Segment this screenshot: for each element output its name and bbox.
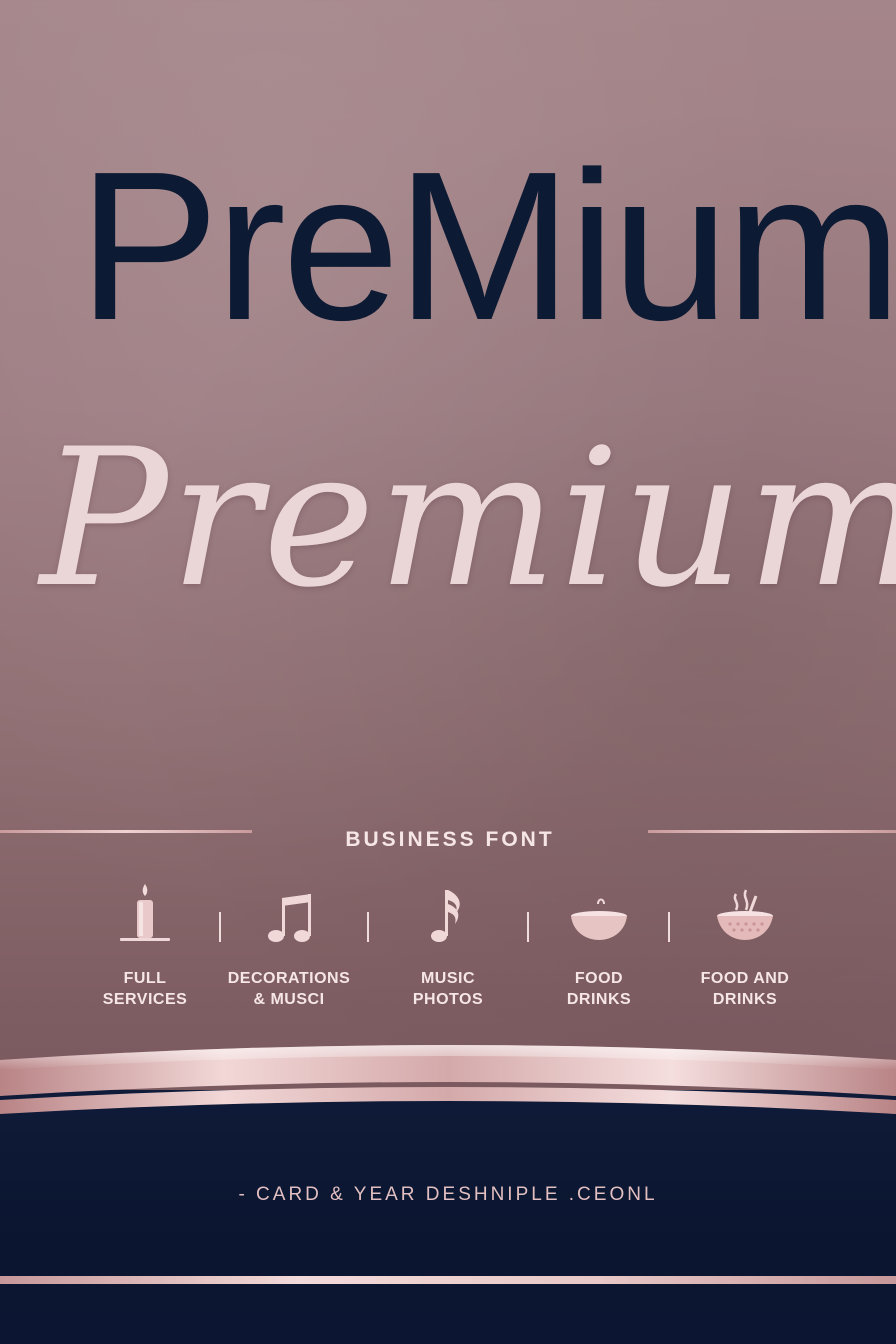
- divider-right: [648, 830, 896, 833]
- service-label: MUSIC PHOTOS: [412, 970, 484, 1008]
- service-food-drinks: FOOD DRINKS: [524, 880, 674, 1010]
- service-full-services: FULL SERVICES: [70, 880, 220, 1010]
- headline-sans: PreMium: [78, 127, 896, 364]
- footer-text: - CARD & YEAR DESHNIPLE .CEONL: [238, 1184, 658, 1205]
- basket-icon: [717, 889, 773, 940]
- service-music-photos: MUSIC PHOTOS: [373, 880, 523, 1010]
- service-label: FOOD DRINKS: [566, 970, 632, 1008]
- service-label: FULL SERVICES: [102, 970, 188, 1008]
- service-label: FOOD AND DRINKS: [700, 970, 790, 1008]
- service-decorations: DECORATIONS & MUSCI: [214, 880, 364, 1010]
- candle-icon: [120, 884, 170, 941]
- music-notes-icon: [268, 894, 311, 942]
- music-note-icon: [431, 890, 460, 942]
- separator: [367, 912, 369, 942]
- service-label: DECORATIONS & MUSCI: [227, 970, 351, 1008]
- footer-divider: [0, 1276, 896, 1284]
- footer-panel: [0, 1090, 896, 1344]
- bowl-icon: [571, 898, 627, 940]
- divider-left: [0, 830, 252, 833]
- ribbon-banner: [0, 1045, 896, 1114]
- service-food-and-drinks: FOOD AND DRINKS: [670, 880, 820, 1010]
- headline-script: Premium: [40, 408, 896, 629]
- subtitle: BUSINESS FONT: [345, 828, 555, 851]
